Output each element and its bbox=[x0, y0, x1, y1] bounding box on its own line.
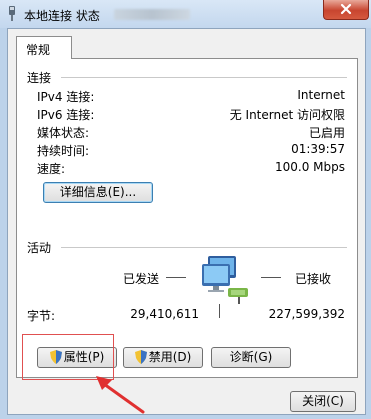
close-button[interactable]: 关闭(C) bbox=[290, 391, 356, 412]
received-dash bbox=[261, 277, 281, 278]
general-panel: 连接 IPv4 连接: Internet IPv6 连接: 无 Internet… bbox=[16, 58, 358, 378]
media-state-label: 媒体状态: bbox=[37, 126, 90, 140]
ipv4-label: IPv4 连接: bbox=[37, 90, 95, 104]
red-arrow-annotation bbox=[96, 376, 145, 414]
shield-icon bbox=[134, 350, 147, 364]
connection-divider bbox=[61, 77, 347, 78]
duration-value: 01:39:57 bbox=[291, 142, 345, 156]
network-icon bbox=[9, 6, 15, 21]
diagnose-button[interactable]: 诊断(G) bbox=[211, 347, 291, 368]
close-icon bbox=[340, 3, 352, 15]
connection-heading: 连接 bbox=[27, 71, 52, 85]
duration-label: 持续时间: bbox=[37, 144, 90, 158]
media-state-value: 已启用 bbox=[308, 126, 345, 140]
title-bar: 本地连接 状态 bbox=[0, 0, 371, 28]
sent-label: 已发送 bbox=[123, 272, 160, 286]
activity-divider-vertical bbox=[219, 304, 220, 318]
details-button[interactable]: 详细信息(E)... bbox=[43, 182, 153, 203]
ipv6-label: IPv6 连接: bbox=[37, 108, 95, 122]
bytes-received-value: 227,599,392 bbox=[268, 307, 345, 321]
bytes-label: 字节: bbox=[27, 309, 56, 323]
disable-button[interactable]: 禁用(D) bbox=[123, 347, 203, 368]
ipv4-value: Internet bbox=[297, 88, 345, 102]
window-title: 本地连接 状态 bbox=[24, 9, 100, 23]
speed-value: 100.0 Mbps bbox=[274, 160, 345, 174]
sent-dash bbox=[166, 277, 186, 278]
tab-general[interactable]: 常规 bbox=[16, 36, 72, 59]
bytes-sent-value: 29,410,611 bbox=[130, 307, 199, 321]
speed-label: 速度: bbox=[37, 162, 66, 176]
received-label: 已接收 bbox=[295, 272, 332, 286]
activity-divider bbox=[61, 247, 347, 248]
title-blur bbox=[114, 9, 190, 20]
ipv6-value: 无 Internet 访问权限 bbox=[229, 108, 345, 122]
network-computers-icon bbox=[202, 256, 248, 304]
activity-heading: 活动 bbox=[27, 241, 52, 255]
window-close-button[interactable] bbox=[323, 0, 369, 20]
